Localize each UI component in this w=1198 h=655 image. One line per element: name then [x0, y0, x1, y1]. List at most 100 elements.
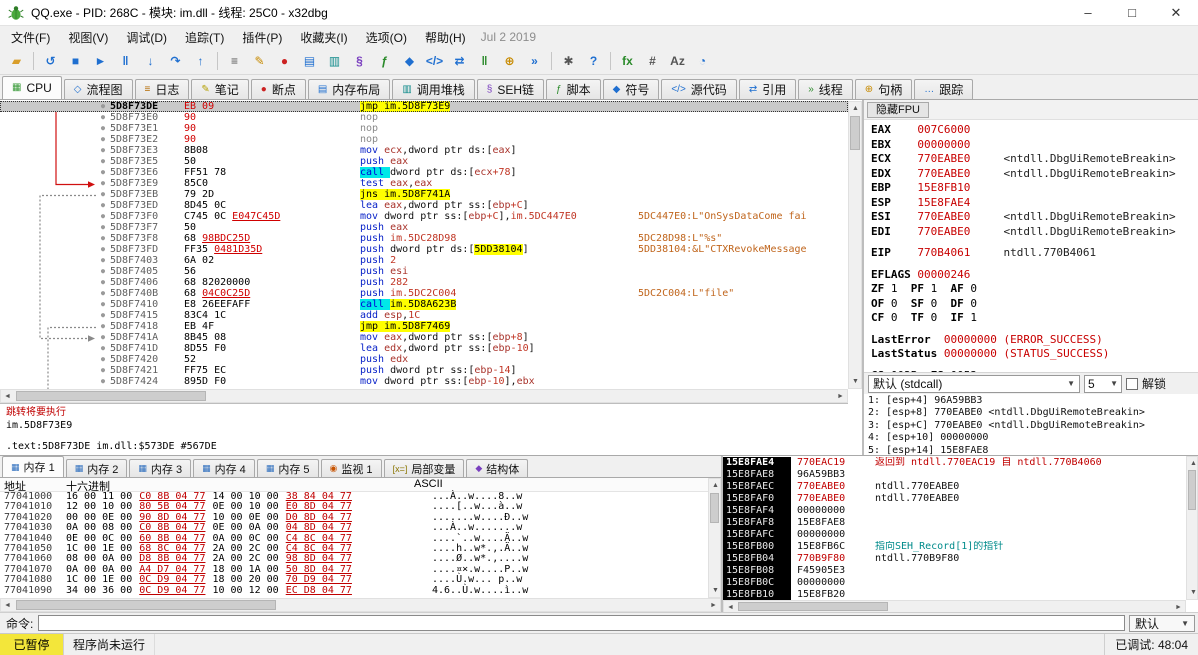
step-over-icon[interactable]: ↷ — [164, 50, 187, 72]
tab-graph[interactable]: ◇流程图 — [64, 79, 133, 99]
tab-struct[interactable]: ◆结构体 — [466, 459, 528, 477]
menu-item-favourites[interactable]: 收藏夹(I) — [291, 26, 356, 49]
close-button[interactable]: ✕ — [1154, 0, 1198, 26]
breakpoint-dot[interactable]: ● — [96, 266, 110, 277]
scroll-thumb[interactable] — [16, 391, 206, 401]
help-icon[interactable]: ? — [582, 50, 605, 72]
references-icon[interactable]: ⇄ — [448, 50, 471, 72]
tab-handles[interactable]: ⊕句柄 — [855, 79, 912, 99]
tab-dump-3[interactable]: ▦内存 3 — [129, 459, 191, 477]
scroll-right-icon[interactable]: ► — [834, 390, 847, 403]
stack-row[interactable]: 15E8FAE896A59BB3 — [723, 469, 1186, 481]
dump-pane[interactable]: ▦内存 1▦内存 2▦内存 3▦内存 4▦内存 5◉监视 1[x=]局部变量◆结… — [0, 456, 723, 613]
stack-row[interactable]: 15E8FAFC00000000 — [723, 529, 1186, 541]
breakpoint-dot[interactable]: ● — [96, 365, 110, 376]
menu-item-trace[interactable]: 追踪(T) — [176, 26, 233, 49]
highlight-fx-icon[interactable]: fx — [616, 50, 639, 72]
register-row[interactable]: ECX 770EABE0 <ntdll.DbgUiRemoteBreakin> — [871, 152, 1198, 167]
tab-watch-1[interactable]: ◉监视 1 — [321, 459, 382, 477]
tab-script[interactable]: ƒ脚本 — [546, 79, 601, 99]
breakpoint-dot[interactable]: ● — [96, 299, 110, 310]
minimize-button[interactable]: – — [1066, 0, 1110, 26]
breakpoint-dot[interactable]: ● — [96, 222, 110, 233]
disasm-row[interactable]: ●5D8F73E985C0test eax,eax — [0, 178, 848, 189]
pause-icon[interactable]: ‖ — [114, 50, 137, 72]
breakpoint-dot[interactable]: ● — [96, 343, 110, 354]
breakpoint-dot[interactable]: ● — [96, 310, 110, 321]
argument-row[interactable]: 4: [esp+10] 00000000 — [868, 432, 1198, 444]
disasm-row[interactable]: ●5D8F740556push esi — [0, 266, 848, 277]
source-icon[interactable]: </> — [423, 50, 446, 72]
breakpoint-dot[interactable]: ● — [96, 233, 110, 244]
register-row[interactable]: LastStatus 00000000 (STATUS_SUCCESS) — [871, 347, 1198, 362]
trace-toolbar-icon[interactable]: » — [523, 50, 546, 72]
font-az-icon[interactable]: Az — [666, 50, 689, 72]
clock-icon[interactable]: ◔ — [691, 50, 714, 72]
tab-threads[interactable]: »线程 — [798, 79, 853, 99]
disasm-row[interactable]: ●5D8F7410E8 26EEFAFFcall im.5D8A623B — [0, 299, 848, 310]
breakpoint-dot[interactable]: ● — [96, 112, 110, 123]
symbols-icon[interactable]: ◆ — [398, 50, 421, 72]
tab-cpu[interactable]: ▦CPU — [2, 76, 62, 99]
tab-call-stack[interactable]: ▥调用堆栈 — [392, 79, 474, 99]
stack-row[interactable]: 15E8FAEC770EABE0ntdll.770EABE0 — [723, 481, 1186, 493]
breakpoint-dot[interactable]: ● — [96, 145, 110, 156]
notes-icon[interactable]: ✎ — [248, 50, 271, 72]
register-row[interactable]: ESI 770EABE0 <ntdll.DbgUiRemoteBreakin> — [871, 210, 1198, 225]
scroll-thumb[interactable] — [738, 602, 888, 611]
disasm-row[interactable]: ●5D8F73E190nop — [0, 123, 848, 134]
tab-dump-1[interactable]: ▦内存 1 — [2, 456, 64, 477]
argument-row[interactable]: 1: [esp+4] 96A59BB3 — [868, 395, 1198, 407]
call-stack-icon[interactable]: ▥ — [323, 50, 346, 72]
register-row[interactable]: EDI 770EABE0 <ntdll.DbgUiRemoteBreakin> — [871, 225, 1198, 240]
disasm-row[interactable]: ●5D8F73DEEB 09jmp im.5D8F73E9 — [0, 101, 848, 112]
breakpoint-dot[interactable]: ● — [96, 200, 110, 211]
dump-vertical-scrollbar[interactable]: ▲ ▼ — [708, 478, 721, 598]
argument-count-spinner[interactable]: 5 ▼ — [1084, 375, 1122, 393]
tab-symbols[interactable]: ◆符号 — [603, 79, 660, 99]
seh-chain-icon[interactable]: § — [348, 50, 371, 72]
register-row[interactable]: LastError 00000000 (ERROR_SUCCESS) — [871, 333, 1198, 348]
menu-item-options[interactable]: 选项(O) — [357, 26, 416, 49]
stack-vertical-scrollbar[interactable]: ▲ ▼ — [1186, 456, 1198, 600]
register-row[interactable]: OF 0 SF 0 DF 0 — [871, 297, 1198, 312]
dump-row[interactable]: 770410801C 00 1E 000C D9 04 7718 00 20 0… — [0, 575, 709, 585]
breakpoint-dot[interactable]: ● — [96, 101, 110, 112]
command-input[interactable] — [38, 615, 1125, 631]
stack-row[interactable]: 15E8FB0C00000000 — [723, 577, 1186, 589]
disasm-row[interactable]: ●5D8F741583C4 1Cadd esp,1C — [0, 310, 848, 321]
register-row[interactable]: EAX 007C6000 — [871, 123, 1198, 138]
breakpoint-dot[interactable]: ● — [96, 376, 110, 387]
restart-icon[interactable]: ↺ — [39, 50, 62, 72]
breakpoint-dot[interactable]: ● — [96, 255, 110, 266]
menu-item-help[interactable]: 帮助(H) — [416, 26, 475, 49]
stack-row[interactable]: 15E8FAF815E8FAE8 — [723, 517, 1186, 529]
disasm-row[interactable]: ●5D8F7421FF75 ECpush dword ptr ss:[ebp-1… — [0, 365, 848, 376]
run-icon[interactable]: ► — [89, 50, 112, 72]
scroll-down-icon[interactable]: ▼ — [1187, 586, 1198, 599]
breakpoint-dot[interactable]: ● — [96, 244, 110, 255]
step-into-icon[interactable]: ↓ — [139, 50, 162, 72]
disasm-row[interactable]: ●5D8F73ED8D45 0Clea eax,dword ptr ss:[eb… — [0, 200, 848, 211]
argument-row[interactable]: 2: [esp+8] 770EABE0 <ntdll.DbgUiRemoteBr… — [868, 407, 1198, 419]
scroll-thumb[interactable] — [850, 116, 860, 150]
menu-item-debug[interactable]: 调试(D) — [117, 26, 176, 49]
dump-row[interactable]: 770410300A 00 08 00C0 8B 04 770E 00 0A 0… — [0, 523, 709, 533]
scroll-left-icon[interactable]: ◄ — [1, 599, 14, 612]
tab-source[interactable]: </>源代码 — [661, 79, 736, 99]
disasm-row[interactable]: ●5D8F73FDFF35 0481D35Dpush dword ptr ds:… — [0, 244, 848, 255]
scroll-thumb[interactable] — [710, 493, 719, 523]
disasm-row[interactable]: ●5D8F742052push edx — [0, 354, 848, 365]
disasm-row[interactable]: ●5D8F741D8D55 F0lea edx,dword ptr ss:[eb… — [0, 343, 848, 354]
stack-row[interactable]: 15E8FAF0770EABE0ntdll.770EABE0 — [723, 493, 1186, 505]
scroll-right-icon[interactable]: ► — [707, 599, 720, 612]
breakpoint-dot[interactable]: ● — [96, 123, 110, 134]
script-icon[interactable]: ƒ — [373, 50, 396, 72]
breakpoints-icon[interactable]: ● — [273, 50, 296, 72]
register-row[interactable]: ZF 1 PF 1 AF 0 — [871, 282, 1198, 297]
tab-log[interactable]: ≡日志 — [135, 79, 190, 99]
command-profile-select[interactable]: 默认 ▼ — [1129, 615, 1195, 632]
calling-convention-select[interactable]: 默认 (stdcall) ▼ — [868, 375, 1080, 393]
disasm-row[interactable]: ●5D8F7424895D F0mov dword ptr ss:[ebp-10… — [0, 376, 848, 387]
maximize-button[interactable]: □ — [1110, 0, 1154, 26]
